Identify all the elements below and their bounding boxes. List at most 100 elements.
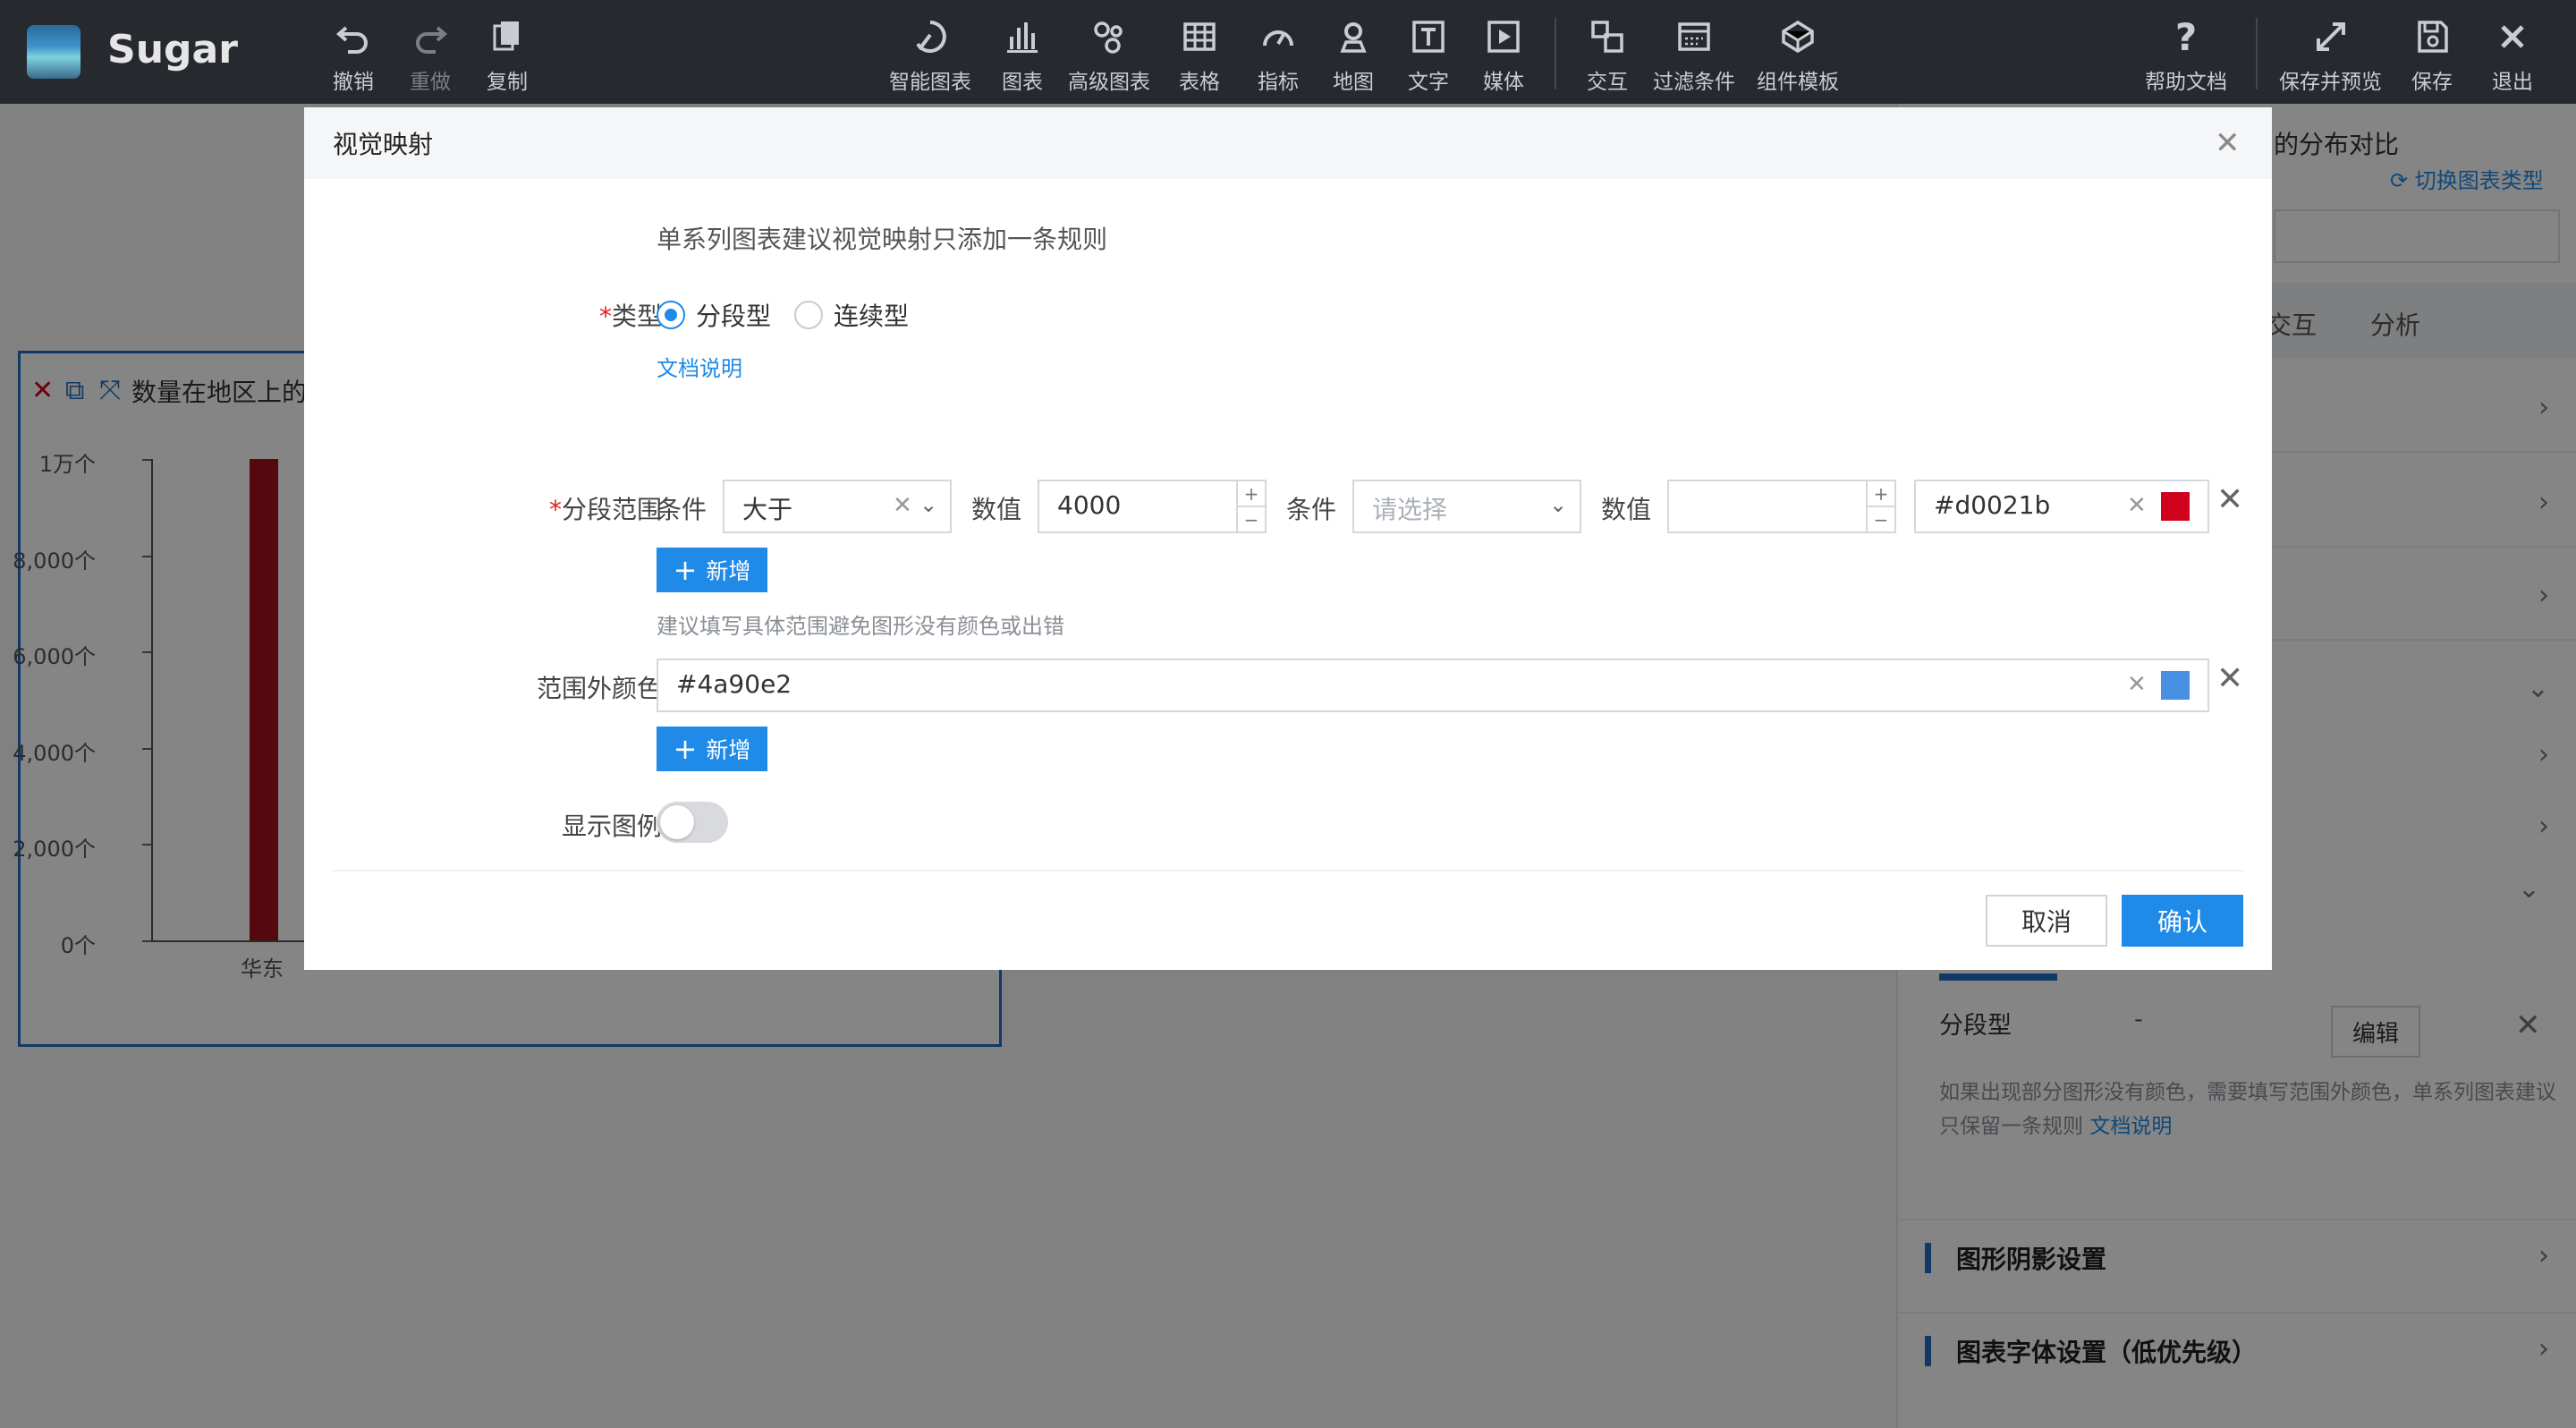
filter-icon: [1676, 18, 1712, 55]
interaction-label: 交互: [1587, 71, 1628, 94]
redo-icon: [412, 18, 448, 55]
save-button[interactable]: 保存: [2411, 0, 2453, 104]
expand-icon: [2313, 18, 2349, 55]
brand-name: Sugar: [107, 27, 238, 72]
dialog-title: 视觉映射: [333, 130, 434, 159]
save-icon: [2414, 18, 2450, 55]
table-label: 表格: [1179, 71, 1220, 94]
help-doc-button[interactable]: ? 帮助文档: [2145, 0, 2227, 104]
smart-chart-icon: [912, 18, 948, 55]
value-label: 数值: [1601, 495, 1652, 524]
decrement-icon[interactable]: −: [1868, 507, 1894, 531]
redo-label: 重做: [410, 71, 451, 94]
map-icon: [1335, 18, 1371, 55]
filter-button[interactable]: 过滤条件: [1653, 0, 1735, 104]
remove-row-icon[interactable]: ✕: [2216, 660, 2243, 697]
chart-button[interactable]: 图表: [1002, 0, 1043, 104]
save-preview-label: 保存并预览: [2279, 71, 2382, 94]
table-icon: [1182, 18, 1217, 55]
toolbar-divider: [1555, 18, 1556, 89]
value-input-2[interactable]: + −: [1667, 480, 1896, 533]
toggle-knob: [660, 805, 694, 839]
color-swatch[interactable]: [2161, 671, 2190, 700]
plus-icon: +: [673, 732, 698, 766]
save-preview-button[interactable]: 保存并预览: [2279, 0, 2382, 104]
chevron-down-icon: ⌄: [1549, 492, 1568, 517]
outside-color-picker[interactable]: #4a90e2 ✕: [657, 659, 2209, 712]
increment-icon[interactable]: +: [1868, 481, 1894, 507]
help-icon: ?: [2174, 14, 2198, 59]
chevron-down-icon: ⌄: [919, 492, 938, 517]
decrement-icon[interactable]: −: [1238, 507, 1265, 531]
top-toolbar: Sugar 撤销 重做 复制 智能图表 图表 高级图表 表格 指标 地图 文字: [0, 0, 2576, 104]
condition-select-2-placeholder: 请选择: [1372, 495, 1448, 524]
media-label: 媒体: [1483, 71, 1524, 94]
exit-button[interactable]: 退出: [2492, 0, 2533, 104]
map-label: 地图: [1333, 71, 1374, 94]
condition-label: 条件: [657, 495, 708, 524]
range-label: *分段范围: [548, 495, 662, 524]
radio-continuous-label: 连续型: [834, 302, 910, 331]
help-doc-label: 帮助文档: [2145, 71, 2227, 94]
undo-icon: [335, 18, 371, 55]
number-stepper[interactable]: + −: [1236, 481, 1265, 531]
smart-chart-button[interactable]: 智能图表: [889, 0, 971, 104]
radio-dot: [794, 301, 823, 329]
range-color-picker[interactable]: #d0021b ✕: [1914, 480, 2209, 533]
undo-button[interactable]: 撤销: [333, 0, 374, 104]
color-swatch[interactable]: [2161, 492, 2190, 521]
condition-select-2[interactable]: 请选择 ⌄: [1352, 480, 1581, 533]
redo-button[interactable]: 重做: [410, 0, 451, 104]
indicator-button[interactable]: 指标: [1258, 0, 1299, 104]
clear-icon[interactable]: ✕: [2127, 492, 2147, 519]
filter-label: 过滤条件: [1653, 71, 1735, 94]
number-stepper[interactable]: + −: [1866, 481, 1894, 531]
undo-label: 撤销: [333, 71, 374, 94]
text-button[interactable]: 文字: [1408, 0, 1449, 104]
text-icon: [1411, 18, 1446, 55]
remove-row-icon[interactable]: ✕: [2216, 481, 2243, 518]
type-label: *类型: [598, 302, 662, 331]
outside-color-label: 范围外颜色: [536, 674, 662, 703]
radio-dot: [657, 301, 685, 329]
copy-label: 复制: [487, 71, 528, 94]
radio-continuous[interactable]: 连续型: [794, 297, 909, 333]
add-range-label: 新增: [706, 558, 751, 584]
value-label: 数值: [971, 495, 1022, 524]
range-hint: 建议填写具体范围避免图形没有颜色或出错: [657, 614, 1064, 639]
confirm-button[interactable]: 确认: [2122, 895, 2243, 947]
component-template-button[interactable]: 组件模板: [1757, 0, 1839, 104]
value-input-1[interactable]: 4000 + −: [1038, 480, 1267, 533]
condition-select-1[interactable]: 大于 ✕ ⌄: [723, 480, 952, 533]
map-button[interactable]: 地图: [1333, 0, 1374, 104]
advanced-chart-icon: [1091, 18, 1127, 55]
interaction-icon: [1589, 18, 1625, 55]
clear-icon[interactable]: ✕: [893, 492, 912, 519]
condition-label: 条件: [1286, 495, 1337, 524]
exit-label: 退出: [2492, 71, 2533, 94]
table-button[interactable]: 表格: [1179, 0, 1220, 104]
increment-icon[interactable]: +: [1238, 481, 1265, 507]
cancel-button[interactable]: 取消: [1986, 895, 2107, 947]
dialog-divider: [333, 870, 2243, 871]
interaction-button[interactable]: 交互: [1587, 0, 1628, 104]
advanced-chart-button[interactable]: 高级图表: [1068, 0, 1150, 104]
doc-link[interactable]: 文档说明: [657, 351, 742, 382]
clear-icon[interactable]: ✕: [2127, 671, 2147, 698]
add-range-button[interactable]: + 新增: [657, 548, 767, 592]
toolbar-divider: [2256, 18, 2258, 89]
close-icon[interactable]: ✕: [2215, 125, 2241, 161]
single-series-hint: 单系列图表建议视觉映射只添加一条规则: [657, 225, 1108, 254]
show-legend-toggle[interactable]: [657, 802, 728, 843]
component-template-icon: [1780, 18, 1816, 55]
copy-button[interactable]: 复制: [487, 0, 528, 104]
chart-label: 图表: [1002, 71, 1043, 94]
media-button[interactable]: 媒体: [1483, 0, 1524, 104]
save-label: 保存: [2411, 71, 2453, 94]
advanced-chart-label: 高级图表: [1068, 71, 1150, 94]
visual-mapping-dialog: 视觉映射 ✕ 单系列图表建议视觉映射只添加一条规则 *类型 分段型 连续型 文档…: [304, 107, 2272, 970]
radio-segmented[interactable]: 分段型: [657, 297, 771, 333]
add-outside-color-button[interactable]: + 新增: [657, 727, 767, 771]
radio-segmented-label: 分段型: [696, 302, 772, 331]
sugar-logo: [27, 25, 80, 79]
